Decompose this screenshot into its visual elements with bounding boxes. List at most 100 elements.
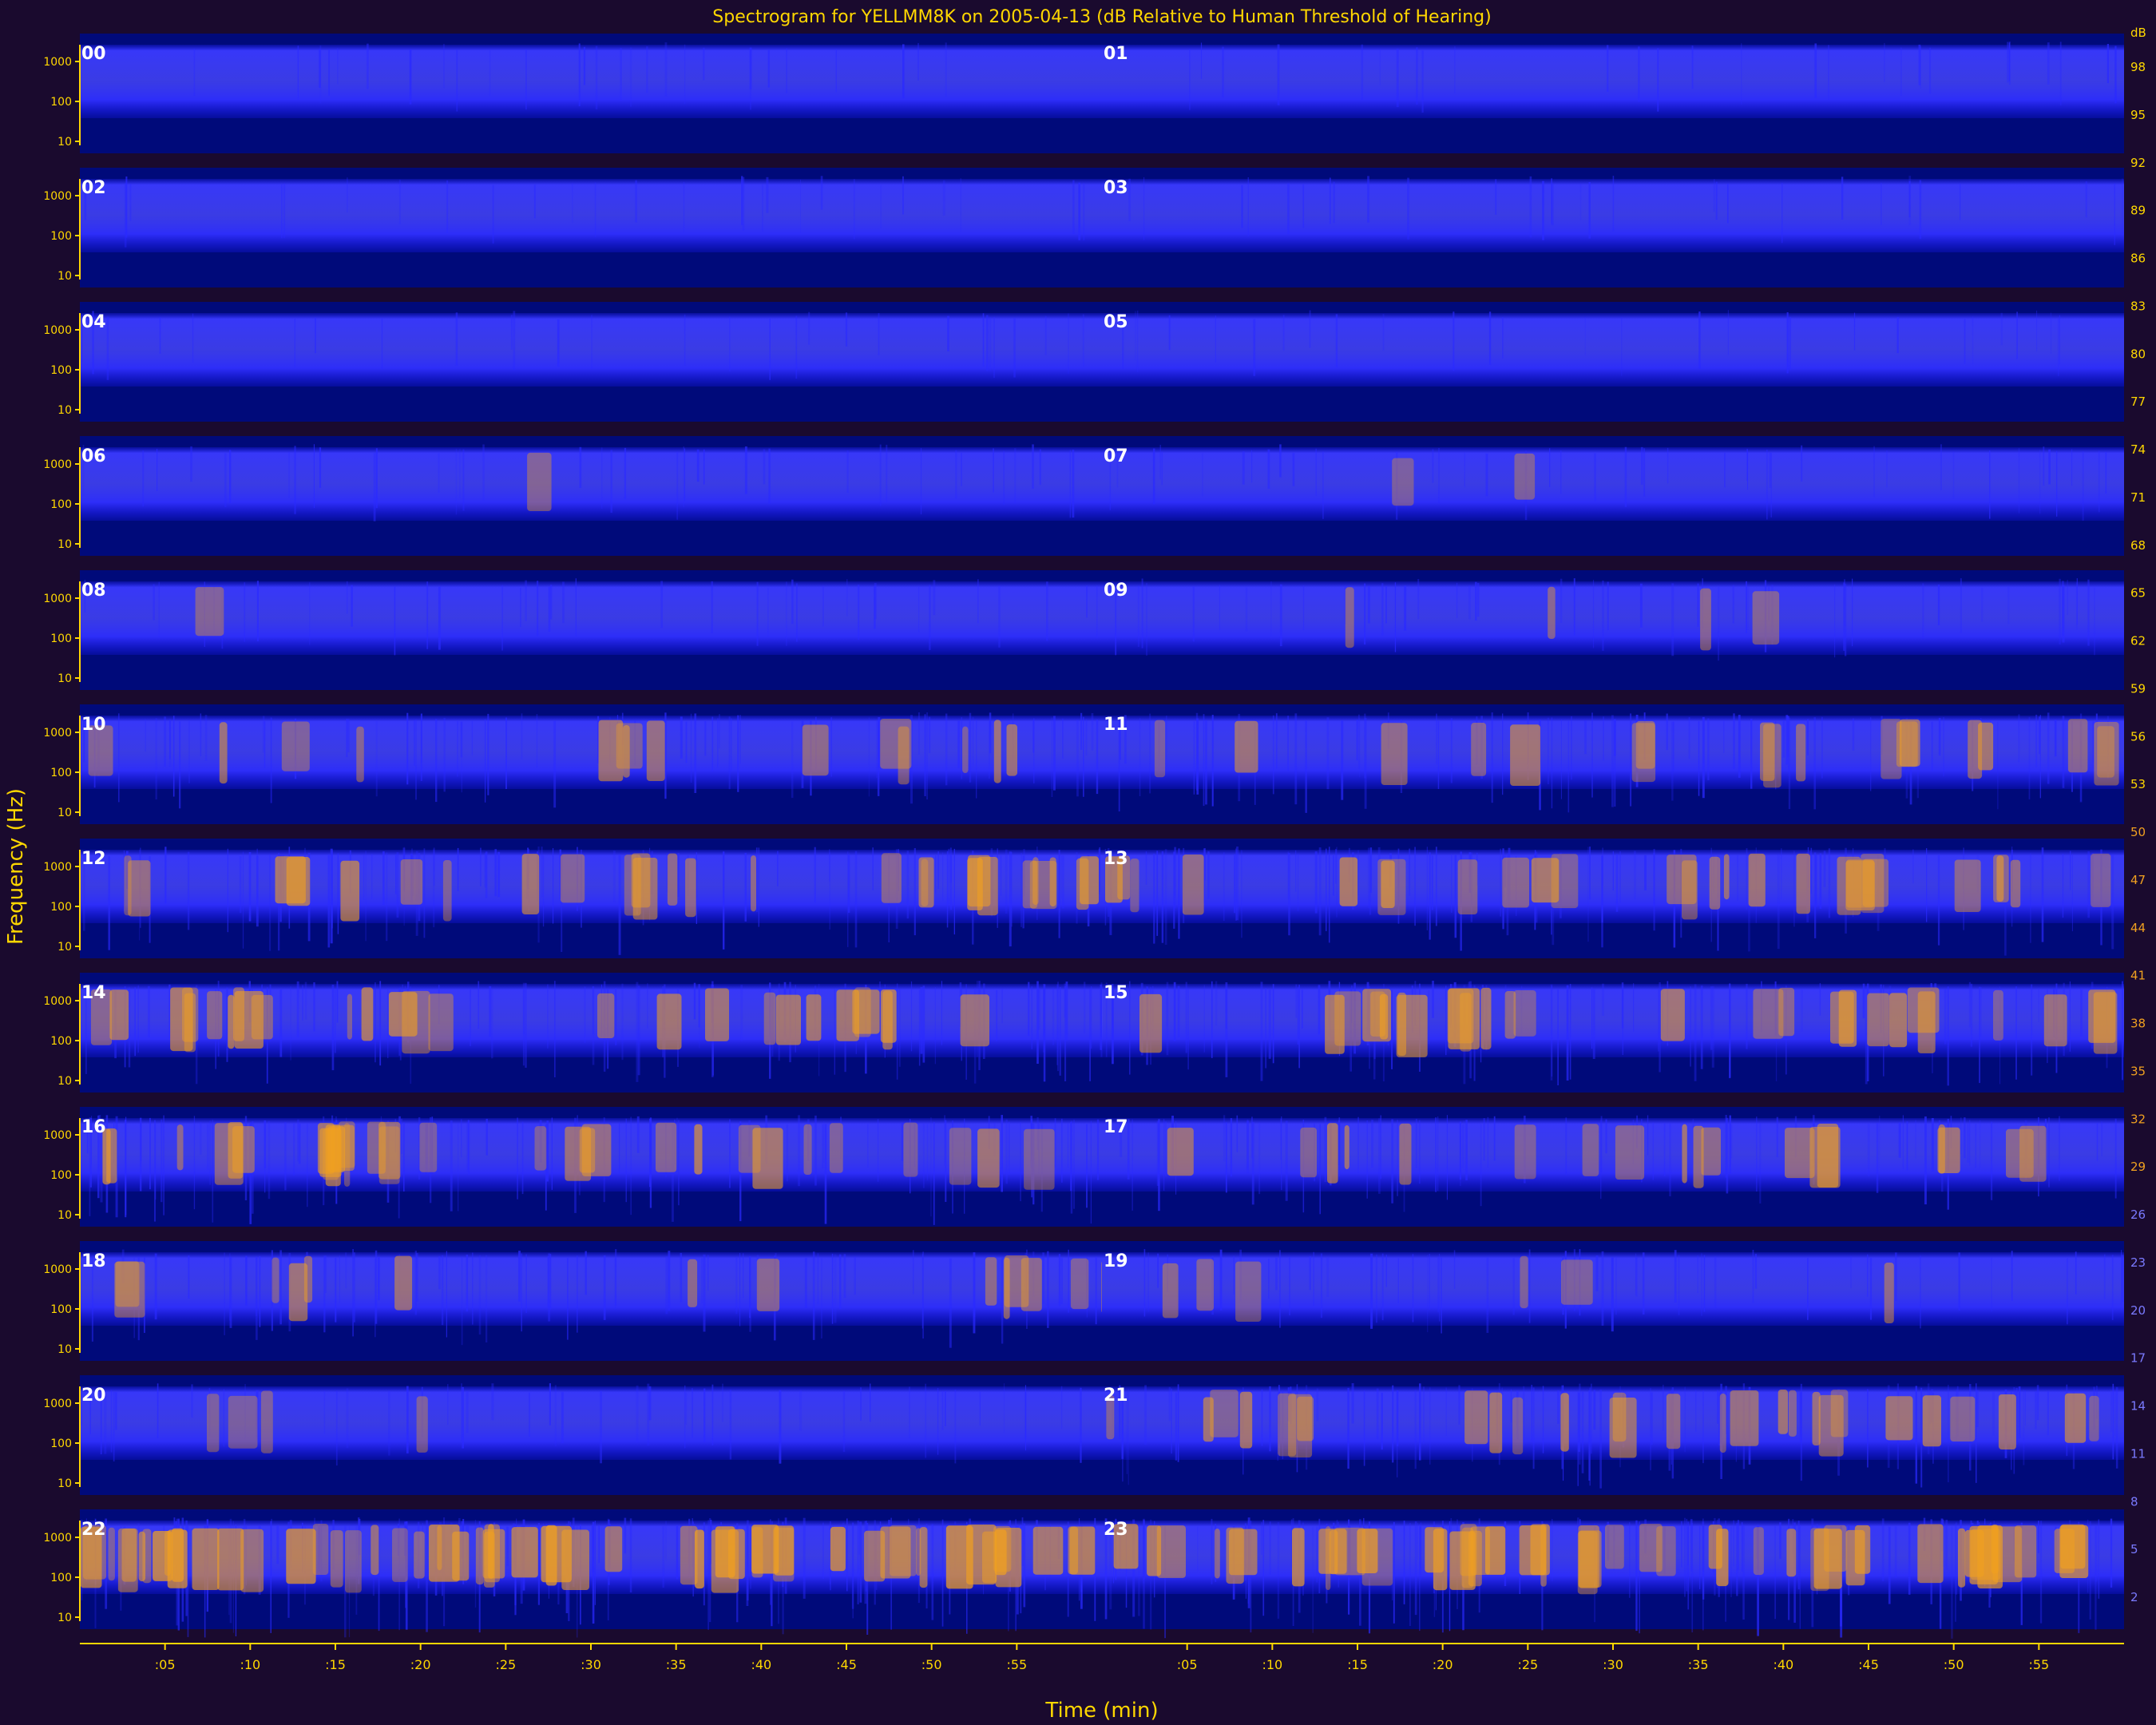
- sound-streak: [2048, 1117, 2050, 1188]
- sound-streak: [1551, 178, 1552, 224]
- sound-hotspot: [1867, 993, 1889, 1047]
- sound-hotspot: [1130, 859, 1139, 913]
- sound-streak: [1000, 855, 1002, 896]
- colorbar-tick-label: 86: [2130, 252, 2146, 266]
- sound-streak: [256, 1256, 258, 1340]
- sound-streak: [1703, 1255, 1706, 1312]
- sound-streak: [615, 988, 617, 1045]
- sound-streak: [1080, 1387, 1082, 1463]
- sound-streak: [1639, 583, 1643, 628]
- sound-hotspot: [109, 989, 129, 1041]
- sound-streak: [551, 1117, 553, 1190]
- sound-streak: [1694, 984, 1697, 1081]
- sound-hotspot: [1489, 1392, 1503, 1453]
- sound-streak: [741, 176, 743, 226]
- sound-streak: [1754, 1254, 1758, 1289]
- sound-streak: [763, 449, 766, 485]
- sound-streak: [750, 1524, 751, 1589]
- sound-hotspot: [286, 1529, 316, 1584]
- sound-hotspot: [738, 1124, 761, 1173]
- sound-streak: [1279, 584, 1282, 647]
- sound-streak: [843, 1254, 846, 1299]
- sound-streak: [1322, 451, 1324, 519]
- sound-streak: [1423, 1386, 1425, 1444]
- x-axis-label: Time (min): [1044, 1699, 1158, 1723]
- sound-streak: [293, 1123, 295, 1176]
- sound-streak: [1922, 583, 1924, 639]
- sound-streak: [1867, 1389, 1869, 1468]
- sound-streak: [785, 581, 787, 646]
- sound-streak: [646, 46, 648, 93]
- hour-label: 20: [81, 1386, 106, 1406]
- sound-streak: [2059, 42, 2062, 105]
- sound-streak: [577, 1255, 578, 1333]
- sound-streak: [1294, 713, 1298, 805]
- sound-streak: [1023, 1523, 1026, 1608]
- sound-streak: [1652, 1122, 1654, 1180]
- sound-streak: [1714, 1256, 1717, 1309]
- sound-streak: [297, 46, 299, 100]
- sound-streak: [2062, 716, 2065, 788]
- sound-hotspot: [402, 990, 430, 1054]
- sound-hotspot: [903, 1122, 918, 1177]
- sound-streak: [1843, 582, 1845, 651]
- sound-streak: [1862, 983, 1865, 1019]
- sound-streak: [1241, 850, 1242, 938]
- sound-streak: [636, 1116, 640, 1153]
- sound-streak: [2028, 716, 2031, 799]
- sound-streak: [446, 180, 449, 234]
- sound-streak: [1931, 1118, 1934, 1172]
- sound-streak: [2007, 42, 2009, 83]
- sound-streak: [441, 1255, 444, 1326]
- sound-streak: [701, 1258, 703, 1304]
- sound-streak: [662, 1526, 665, 1588]
- sound-streak: [1815, 855, 1817, 907]
- sound-streak: [1686, 1518, 1688, 1592]
- sound-streak: [1759, 1123, 1762, 1204]
- hour-label: 18: [81, 1251, 106, 1271]
- sound-streak: [835, 49, 837, 93]
- sound-streak: [803, 1517, 806, 1599]
- sound-streak: [179, 721, 181, 809]
- sound-streak: [1940, 444, 1942, 490]
- sound-streak: [572, 183, 573, 223]
- sound-streak: [1715, 181, 1718, 220]
- sound-streak: [2035, 714, 2038, 767]
- sound-streak: [1146, 582, 1147, 656]
- sound-streak: [379, 981, 382, 1066]
- sound-streak: [723, 851, 725, 950]
- sound-hotspot: [880, 1526, 911, 1579]
- sound-streak: [601, 447, 603, 509]
- sound-hotspot: [1032, 1526, 1064, 1575]
- sound-hotspot: [419, 1122, 438, 1172]
- sound-streak: [378, 1257, 380, 1301]
- freq-tick-label: 100: [50, 230, 72, 243]
- sound-streak: [1579, 184, 1582, 220]
- sound-streak: [1069, 450, 1071, 518]
- sound-streak: [1700, 985, 1703, 1069]
- sound-streak: [685, 1392, 688, 1425]
- sound-streak: [1454, 46, 1456, 94]
- sound-streak: [1047, 1251, 1049, 1328]
- sound-streak: [1439, 1254, 1441, 1322]
- sound-streak: [1956, 1522, 1958, 1595]
- sound-streak: [1659, 982, 1661, 1073]
- sound-streak: [398, 180, 401, 224]
- hour-label: 01: [1104, 44, 1128, 64]
- sound-streak: [2096, 1123, 2099, 1161]
- freq-tick-label: 10: [57, 1209, 72, 1222]
- sound-streak: [280, 184, 283, 239]
- sound-streak: [363, 855, 365, 900]
- sound-streak: [1219, 585, 1220, 631]
- sound-streak: [941, 1519, 944, 1627]
- sound-streak: [1158, 1119, 1160, 1211]
- sound-hotspot: [1147, 1525, 1162, 1576]
- sound-streak: [553, 720, 557, 808]
- sound-streak: [1091, 713, 1094, 751]
- sound-streak: [1235, 848, 1237, 921]
- sound-hotspot: [1998, 1394, 2016, 1449]
- sound-streak: [1394, 582, 1397, 652]
- sound-streak: [336, 981, 339, 1023]
- hour-label: 21: [1104, 1386, 1128, 1406]
- sound-streak: [1741, 43, 1742, 105]
